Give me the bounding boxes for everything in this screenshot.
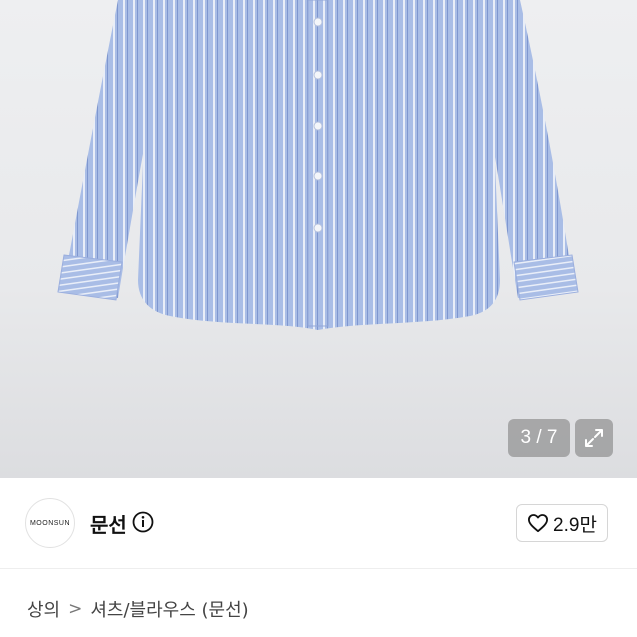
expand-icon	[585, 429, 603, 447]
product-image[interactable]: 3 / 7	[0, 0, 637, 478]
seller-row: MOONSUN 문선 2.9만	[0, 478, 637, 568]
expand-button[interactable]	[575, 419, 613, 457]
image-counter: 3 / 7	[508, 419, 570, 457]
divider	[0, 568, 637, 569]
breadcrumb: 상의 > 셔츠/블라우스 (문선)	[27, 596, 249, 622]
info-icon[interactable]	[132, 511, 154, 537]
breadcrumb-separator: >	[68, 599, 83, 619]
shirt-image	[57, 0, 579, 330]
heart-outline-icon	[528, 514, 549, 533]
seller-name[interactable]: 문선	[90, 509, 127, 538]
like-count: 2.9만	[553, 514, 597, 536]
avatar-text: MOONSUN	[29, 519, 71, 527]
breadcrumb-item-subcategory[interactable]: 셔츠/블라우스 (문선)	[90, 596, 248, 622]
seller-avatar[interactable]: MOONSUN	[25, 498, 75, 548]
breadcrumb-item-category[interactable]: 상의	[27, 596, 60, 622]
like-button[interactable]: 2.9만	[516, 504, 608, 542]
image-counter-text: 3 / 7	[520, 427, 558, 448]
